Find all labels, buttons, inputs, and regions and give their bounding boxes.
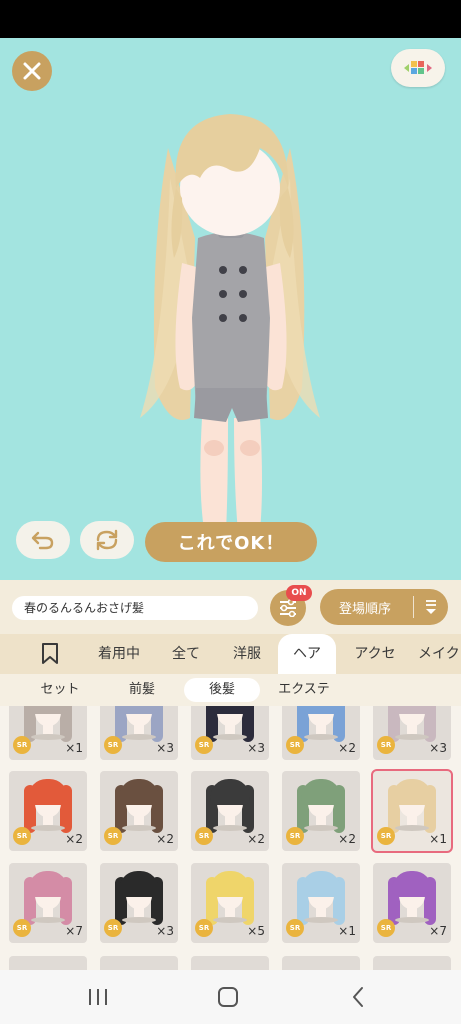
hair-item-card[interactable]: SR ×1: [282, 863, 360, 943]
rarity-badge: SR: [377, 736, 395, 754]
rarity-badge: SR: [195, 736, 213, 754]
rarity-badge: SR: [286, 919, 304, 937]
item-count: ×1: [65, 741, 83, 755]
item-count: ×3: [156, 924, 174, 938]
item-count: ×7: [65, 924, 83, 938]
undo-icon: [31, 531, 54, 550]
hair-item-card[interactable]: [100, 956, 178, 970]
tab-wearing[interactable]: 着用中: [88, 634, 150, 674]
rarity-badge: SR: [104, 827, 122, 845]
back-button[interactable]: [338, 982, 378, 1012]
item-grid: SR ×1 SR ×3 SR ×3 SR ×2 SR ×3 SR ×2 SR ×2 SR ×2 SR ×2 SR ×1…: [0, 706, 461, 970]
item-count: ×2: [338, 741, 356, 755]
hair-item-card[interactable]: SR ×7: [373, 863, 451, 943]
undo-button[interactable]: [16, 521, 70, 559]
subtab-back-hair[interactable]: 後髪: [184, 678, 260, 702]
close-button[interactable]: [12, 51, 52, 91]
hair-item-card[interactable]: [9, 956, 87, 970]
sort-order-button[interactable]: 登場順序: [320, 589, 448, 625]
subtab-set[interactable]: セット: [20, 678, 100, 702]
hair-item-card[interactable]: [282, 956, 360, 970]
home-icon: [218, 987, 238, 1007]
system-nav-bar: [0, 970, 461, 1024]
sort-label: 登場順序: [339, 601, 392, 617]
hair-item-card[interactable]: SR ×1: [9, 706, 87, 760]
close-icon: [23, 62, 41, 80]
rarity-badge: SR: [104, 919, 122, 937]
filter-sliders-icon: [280, 599, 296, 617]
item-name-bar: 春のるんるんおさげ髪 ON 登場順序: [0, 580, 461, 634]
hair-item-card[interactable]: SR ×3: [100, 863, 178, 943]
recent-apps-icon: [89, 989, 107, 1005]
rarity-badge: SR: [377, 827, 395, 845]
tab-all[interactable]: 全て: [160, 634, 212, 674]
filter-on-badge: ON: [286, 585, 312, 601]
rarity-badge: SR: [286, 827, 304, 845]
palette-button[interactable]: [391, 49, 445, 87]
rarity-badge: SR: [195, 827, 213, 845]
tab-bookmark[interactable]: [28, 634, 72, 674]
reset-button[interactable]: [80, 521, 134, 559]
item-count: ×3: [247, 741, 265, 755]
hair-item-card[interactable]: [373, 956, 451, 970]
home-button[interactable]: [208, 982, 248, 1012]
reset-icon: [96, 529, 118, 551]
hair-item-card[interactable]: SR ×2: [100, 771, 178, 851]
sort-icon: [414, 598, 448, 616]
item-count: ×3: [156, 741, 174, 755]
recent-apps-button[interactable]: [78, 982, 118, 1012]
item-count: ×1: [429, 832, 447, 846]
rarity-badge: SR: [286, 736, 304, 754]
confirm-ok-button[interactable]: これでOK！: [145, 522, 317, 562]
tab-makeup[interactable]: メイク: [418, 634, 461, 674]
avatar-figure: [140, 114, 320, 552]
hair-item-card[interactable]: SR ×7: [9, 863, 87, 943]
status-bar: [0, 0, 461, 38]
hair-item-card[interactable]: SR ×3: [373, 706, 451, 760]
item-count: ×7: [429, 924, 447, 938]
item-count: ×2: [338, 832, 356, 846]
back-icon: [353, 987, 363, 1007]
bookmark-icon: [42, 643, 58, 664]
hair-item-card[interactable]: SR ×2: [282, 706, 360, 760]
rarity-badge: SR: [13, 736, 31, 754]
tab-clothes[interactable]: 洋服: [222, 634, 272, 674]
item-count: ×5: [247, 924, 265, 938]
hair-item-card[interactable]: [191, 956, 269, 970]
subtab-extension[interactable]: エクステ: [262, 678, 346, 702]
palette-icon: [404, 61, 432, 74]
hair-item-card[interactable]: SR ×3: [191, 706, 269, 760]
tab-hair[interactable]: ヘア: [278, 634, 336, 674]
hair-subtabs: セット 前髪 後髪 エクステ: [0, 674, 461, 706]
rarity-badge: SR: [195, 919, 213, 937]
rarity-badge: SR: [104, 736, 122, 754]
rarity-badge: SR: [13, 827, 31, 845]
avatar-stage: これでOK！: [0, 38, 461, 580]
hair-item-card[interactable]: SR ×2: [9, 771, 87, 851]
hair-item-card[interactable]: SR ×1: [371, 769, 453, 853]
item-count: ×2: [156, 832, 174, 846]
rarity-badge: SR: [377, 919, 395, 937]
tab-accessory[interactable]: アクセ: [344, 634, 406, 674]
category-tabs: 着用中 全て 洋服 ヘア アクセ メイク: [0, 634, 461, 674]
hair-item-card[interactable]: SR ×5: [191, 863, 269, 943]
selected-item-name: 春のるんるんおさげ髪: [12, 596, 258, 620]
item-count: ×2: [65, 832, 83, 846]
hair-item-card[interactable]: SR ×2: [282, 771, 360, 851]
rarity-badge: SR: [13, 919, 31, 937]
subtab-bangs[interactable]: 前髪: [102, 678, 182, 702]
hair-item-card[interactable]: SR ×2: [191, 771, 269, 851]
item-count: ×1: [338, 924, 356, 938]
hair-item-card[interactable]: SR ×3: [100, 706, 178, 760]
item-count: ×2: [247, 832, 265, 846]
item-count: ×3: [429, 741, 447, 755]
